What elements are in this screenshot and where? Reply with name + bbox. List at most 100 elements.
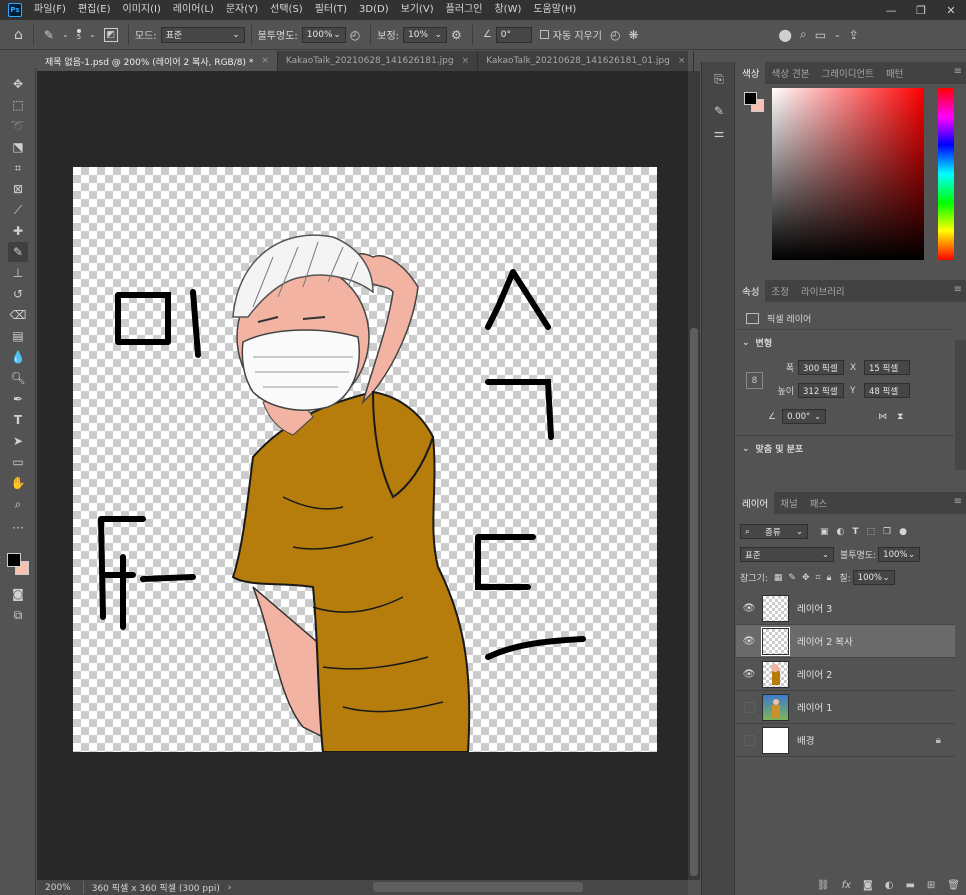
- smoothing-input[interactable]: 10% ⌄: [403, 26, 448, 43]
- width-input[interactable]: 300 픽셀: [798, 360, 844, 375]
- layer-row-background[interactable]: 배경 🔒︎: [736, 724, 955, 757]
- home-icon[interactable]: ⌂: [14, 27, 23, 43]
- link-layers-icon[interactable]: ⛓: [817, 880, 830, 891]
- share-icon[interactable]: ⬤: [779, 28, 792, 42]
- layer-name[interactable]: 배경: [797, 733, 814, 747]
- pressure-size-icon[interactable]: ◴: [610, 28, 620, 42]
- mode-select[interactable]: 표준 ⌄: [160, 26, 245, 43]
- visibility-eye-icon[interactable]: 👁︎: [736, 669, 762, 680]
- foreground-color-swatch[interactable]: [744, 92, 757, 105]
- panel-menu-icon[interactable]: ≡: [954, 496, 962, 507]
- chevron-down-icon[interactable]: ⌄: [89, 30, 96, 39]
- path-select-tool-icon[interactable]: ➤: [8, 431, 28, 451]
- pencil-tool-icon[interactable]: ✎: [8, 242, 28, 262]
- layer-filter-select[interactable]: ⌕ 종류 ⌄: [740, 524, 808, 539]
- new-layer-icon[interactable]: ⊞: [927, 880, 935, 891]
- restore-button[interactable]: ❐: [906, 0, 936, 20]
- tab-patterns[interactable]: 패턴: [880, 62, 909, 84]
- gear-icon[interactable]: ⚙: [451, 28, 462, 42]
- link-dimensions-icon[interactable]: 8: [746, 372, 763, 389]
- x-input[interactable]: 15 픽셀: [864, 360, 910, 375]
- lasso-tool-icon[interactable]: ➰: [8, 116, 28, 136]
- close-icon[interactable]: ×: [261, 56, 269, 66]
- visibility-eye-icon[interactable]: 👁︎: [736, 603, 762, 614]
- eyedropper-tool-icon[interactable]: ⟋: [8, 200, 28, 220]
- gradient-tool-icon[interactable]: ▤: [8, 326, 28, 346]
- tab-gradients[interactable]: 그레이디언트: [815, 62, 879, 84]
- symmetry-icon[interactable]: ❋: [628, 28, 638, 42]
- auto-erase-checkbox[interactable]: [539, 30, 549, 39]
- hand-tool-icon[interactable]: ✋: [8, 473, 28, 493]
- layer-name[interactable]: 레이어 2: [797, 667, 832, 681]
- tab-properties[interactable]: 속성: [736, 280, 766, 302]
- filter-shape-icon[interactable]: ⬚: [867, 527, 876, 537]
- lock-artboard-icon[interactable]: ⌗: [815, 573, 820, 583]
- zoom-tool-icon[interactable]: ⌕: [8, 494, 28, 514]
- menu-filter[interactable]: 필터(T): [309, 0, 353, 20]
- workspace-icon[interactable]: ▭: [815, 28, 826, 42]
- move-tool-icon[interactable]: ✥: [8, 74, 28, 94]
- filter-pixel-icon[interactable]: ▣: [820, 527, 829, 537]
- close-icon[interactable]: ×: [462, 56, 470, 66]
- close-icon[interactable]: ×: [678, 56, 686, 66]
- y-input[interactable]: 48 픽셀: [864, 383, 910, 398]
- share-doc-icon[interactable]: ⇪: [849, 28, 859, 42]
- tab-kakaotalk-2[interactable]: KakaoTalk_20210628_141626181_01.jpg ×: [478, 51, 695, 71]
- layer-style-icon[interactable]: fx: [842, 880, 851, 891]
- pressure-opacity-icon[interactable]: ◴: [350, 28, 360, 42]
- right-panel-scrollbar[interactable]: [955, 340, 966, 470]
- menu-edit[interactable]: 편집(E): [72, 0, 117, 20]
- menu-window[interactable]: 창(W): [488, 0, 527, 20]
- lock-all-icon[interactable]: 🔒︎: [827, 573, 832, 583]
- menu-file[interactable]: 파일(F): [28, 0, 72, 20]
- layer-opacity-input[interactable]: 100% ⌄: [878, 547, 921, 562]
- menu-type[interactable]: 문자(Y): [220, 0, 264, 20]
- pencil-tool-preset-icon[interactable]: ✎: [44, 28, 54, 42]
- flip-horizontal-icon[interactable]: ⋈: [878, 412, 887, 422]
- layer-name[interactable]: 레이어 3: [797, 601, 832, 615]
- tab-kakaotalk-1[interactable]: KakaoTalk_20210628_141626181.jpg ×: [278, 51, 479, 71]
- history-brush-tool-icon[interactable]: ↺: [8, 284, 28, 304]
- brush-size-picker[interactable]: 5: [77, 28, 81, 41]
- document-canvas[interactable]: [73, 167, 657, 753]
- panel-menu-icon[interactable]: ≡: [954, 66, 962, 77]
- filter-toggle-icon[interactable]: ●: [899, 527, 907, 537]
- blend-mode-select[interactable]: 표준 ⌄: [740, 547, 834, 562]
- layer-row-layer-2-copy[interactable]: 👁︎ 레이어 2 복사: [736, 625, 955, 658]
- menu-select[interactable]: 선택(S): [264, 0, 309, 20]
- vertical-scroll-thumb[interactable]: [690, 328, 698, 876]
- new-group-icon[interactable]: ▬: [905, 880, 914, 891]
- chevron-down-icon[interactable]: ⌄: [62, 30, 69, 39]
- lock-position-icon[interactable]: ✥: [802, 573, 810, 583]
- object-select-tool-icon[interactable]: ⬔: [8, 137, 28, 157]
- menu-3d[interactable]: 3D(D): [353, 0, 395, 20]
- horizontal-scroll-thumb[interactable]: [373, 882, 583, 892]
- visibility-toggle-empty[interactable]: [736, 735, 762, 746]
- brush-settings-icon[interactable]: ◩: [103, 27, 118, 42]
- color-picker-field[interactable]: [772, 88, 924, 260]
- crop-tool-icon[interactable]: ⌗: [8, 158, 28, 178]
- clone-stamp-tool-icon[interactable]: ⊥: [8, 263, 28, 283]
- flip-vertical-icon[interactable]: ⧗: [897, 412, 903, 422]
- zoom-level[interactable]: 200%: [45, 883, 71, 893]
- fill-input[interactable]: 100% ⌄: [852, 570, 895, 585]
- tab-swatches[interactable]: 색상 견본: [765, 62, 815, 84]
- lock-transparency-icon[interactable]: ▦: [774, 573, 783, 583]
- dodge-tool-icon[interactable]: 🔍︎: [8, 368, 28, 388]
- lock-pixels-icon[interactable]: ✎: [788, 573, 796, 583]
- angle-input[interactable]: 0°: [495, 26, 532, 43]
- chevron-down-icon[interactable]: ⌄: [834, 30, 841, 39]
- angle-input[interactable]: 0.00° ⌄: [782, 409, 827, 424]
- panel-menu-icon[interactable]: ≡: [954, 284, 962, 295]
- adjustment-layer-icon[interactable]: ◐: [885, 880, 894, 891]
- tab-channels[interactable]: 채널: [774, 492, 803, 514]
- close-window-button[interactable]: ✕: [936, 0, 966, 20]
- more-tools-icon[interactable]: ···: [8, 518, 28, 538]
- opacity-input[interactable]: 100% ⌄: [301, 26, 346, 43]
- menu-view[interactable]: 보기(V): [395, 0, 440, 20]
- eraser-tool-icon[interactable]: ⌫: [8, 305, 28, 325]
- tab-libraries[interactable]: 라이브러리: [795, 280, 851, 302]
- tab-paths[interactable]: 패스: [804, 492, 833, 514]
- height-input[interactable]: 312 픽셀: [798, 383, 844, 398]
- layer-row-layer-1[interactable]: 레이어 1: [736, 691, 955, 724]
